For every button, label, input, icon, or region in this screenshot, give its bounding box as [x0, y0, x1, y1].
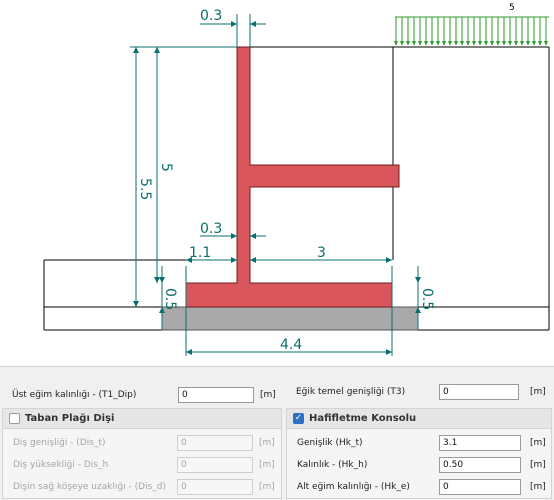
load-arrow-head	[502, 41, 506, 46]
tooth-width-input[interactable]: 0	[177, 435, 253, 451]
upper-slope-thickness-unit: [m]	[260, 390, 276, 400]
load-arrow-head	[538, 41, 542, 46]
tooth-width-label: Diş genişliği - (Dis_t)	[13, 438, 106, 448]
relief-console-group: ✓ Hafifletme Konsolu Genişlik (Hk_t) 3.1…	[286, 408, 552, 499]
load-arrows	[394, 17, 548, 46]
relief-thickness-label: Kalınlık - (Hk_h)	[297, 460, 368, 470]
relief-console-checkbox[interactable]: ✓	[293, 413, 304, 424]
dim-base-width: 4.4	[280, 337, 302, 353]
relief-console-title: Hafifletme Konsolu	[309, 413, 417, 424]
load-arrow-head	[508, 41, 512, 46]
load-arrow-head	[520, 41, 524, 46]
wall-drawing: 5 0.3 5.5 5 0.3 1.1 3 0.5 0.5 4.4	[43, 3, 550, 356]
inclined-footing-width-input[interactable]: 0	[439, 384, 519, 400]
dim-height-total: 5.5	[137, 178, 153, 200]
relief-width-label: Genişlik (Hk_t)	[297, 438, 363, 448]
inclined-footing-width-label: Eğik temel genişliği (T3)	[296, 387, 406, 397]
load-arrow-head	[442, 41, 446, 46]
dim-heel: 3	[317, 245, 326, 261]
load-arrow-head	[484, 41, 488, 46]
retaining-wall-body	[185, 46, 400, 308]
base-plate-header[interactable]: Taban Plağı Dişi	[3, 409, 281, 429]
dim-toe: 1.1	[189, 245, 211, 261]
relief-width-input[interactable]: 3.1	[439, 435, 521, 451]
load-arrow-head	[496, 41, 500, 46]
tooth-distance-unit: [m]	[259, 482, 275, 492]
relief-console-header[interactable]: ✓ Hafifletme Konsolu	[287, 409, 551, 429]
tooth-distance-label: Dişin sağ köşeye uzaklığı - (Dis_d)	[13, 482, 167, 492]
load-arrow-head	[406, 41, 410, 46]
load-arrow-head	[466, 41, 470, 46]
lean-concrete	[161, 306, 419, 331]
base-plate-title: Taban Plağı Dişi	[25, 413, 115, 424]
relief-slope-unit: [m]	[530, 482, 546, 492]
load-arrow-head	[454, 41, 458, 46]
load-arrow-head	[460, 41, 464, 46]
load-arrow-head	[514, 41, 518, 46]
relief-row: Alt eğim kalınlığı - (Hk_e) 0 [m]	[287, 476, 551, 498]
tooth-distance-input[interactable]: 0	[177, 479, 253, 495]
tooth-height-unit: [m]	[259, 460, 275, 470]
dim-bottom-thickness: 0.3	[200, 221, 222, 237]
load-arrow-head	[436, 41, 440, 46]
load-arrow-head	[478, 41, 482, 46]
load-arrow-head	[472, 41, 476, 46]
relief-row: Genişlik (Hk_t) 3.1 [m]	[287, 432, 551, 454]
tooth-height-label: Diş yüksekliği - Dis_h	[13, 460, 109, 470]
load-arrow-head	[400, 41, 404, 46]
relief-slope-input[interactable]: 0	[439, 479, 521, 495]
top-left-row: Üst eğim kalınlığı - (T1_Dip) 0 [m]	[2, 384, 282, 406]
base-plate-row: Diş yüksekliği - Dis_h 0 [m]	[3, 454, 281, 476]
upper-slope-thickness-input[interactable]: 0	[178, 387, 254, 403]
load-arrow-head	[490, 41, 494, 46]
load-arrow-head	[448, 41, 452, 46]
inclined-footing-width-unit: [m]	[530, 387, 546, 397]
dim-base-right: 0.5	[419, 288, 435, 310]
load-arrow-head	[412, 41, 416, 46]
parameter-panel: Üst eğim kalınlığı - (T1_Dip) 0 [m] Taba…	[0, 366, 554, 500]
tooth-height-input[interactable]: 0	[177, 457, 253, 473]
upper-slope-thickness-label: Üst eğim kalınlığı - (T1_Dip)	[12, 390, 137, 400]
load-value: 5	[509, 3, 515, 13]
load-arrow-head	[532, 41, 536, 46]
relief-row: Kalınlık - (Hk_h) 0.50 [m]	[287, 454, 551, 476]
base-plate-checkbox[interactable]	[9, 413, 20, 424]
dim-base-left: 0.5	[162, 288, 178, 310]
dim-height-wall: 5	[158, 163, 174, 172]
top-right-row: Eğik temel genişliği (T3) 0 [m]	[286, 381, 552, 403]
load-arrow-head	[544, 41, 548, 46]
dim-top-thickness: 0.3	[200, 8, 222, 24]
base-plate-group: Taban Plağı Dişi Diş genişliği - (Dis_t)…	[2, 408, 282, 499]
relief-slope-label: Alt eğim kalınlığı - (Hk_e)	[297, 482, 410, 492]
relief-width-unit: [m]	[530, 438, 546, 448]
base-plate-row: Diş genişliği - (Dis_t) 0 [m]	[3, 432, 281, 454]
load-arrow-head	[430, 41, 434, 46]
load-arrow-head	[526, 41, 530, 46]
tooth-width-unit: [m]	[259, 438, 275, 448]
base-plate-row: Dişin sağ köşeye uzaklığı - (Dis_d) 0 [m…	[3, 476, 281, 498]
load-arrow-head	[418, 41, 422, 46]
load-arrow-head	[424, 41, 428, 46]
relief-thickness-unit: [m]	[530, 460, 546, 470]
load-arrow-head	[394, 41, 398, 46]
relief-thickness-input[interactable]: 0.50	[439, 457, 521, 473]
